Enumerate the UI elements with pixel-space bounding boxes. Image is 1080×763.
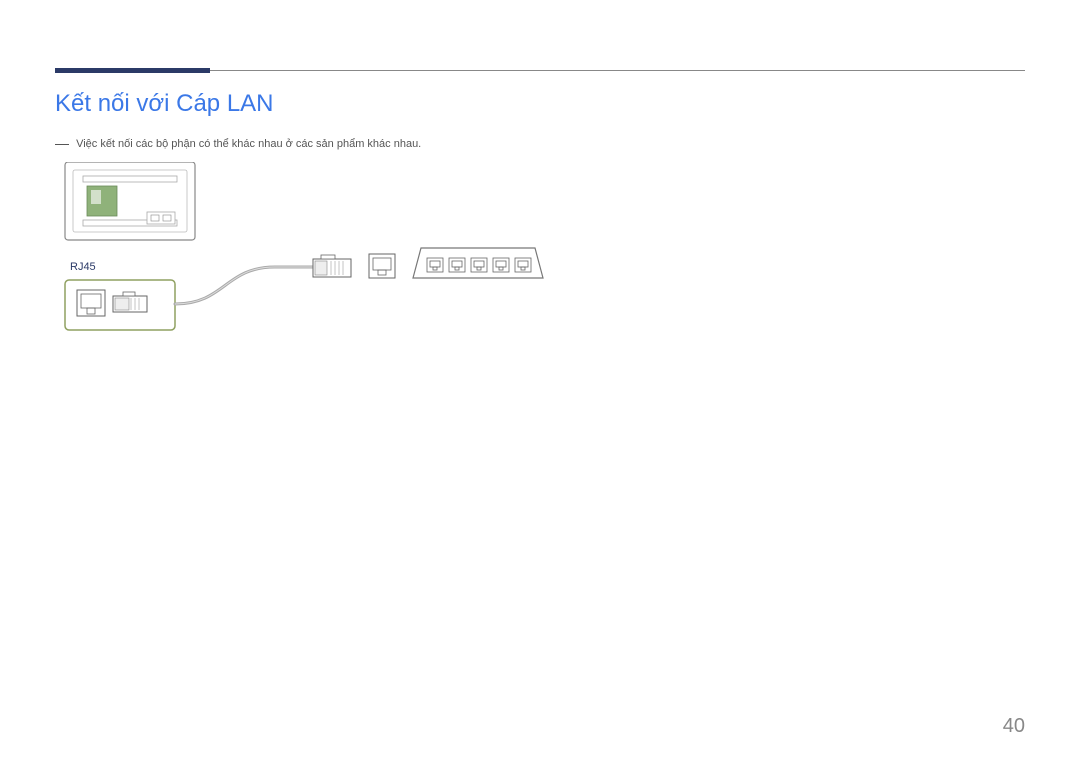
note-content: Việc kết nối các bộ phận có thể khác nha…: [76, 138, 421, 150]
note-text: Việc kết nối các bộ phận có thể khác nha…: [55, 138, 1025, 150]
display-device-icon: [65, 162, 195, 240]
lan-cable-icon: [175, 267, 313, 304]
rj45-socket-icon: [369, 254, 395, 278]
rj45-port-box-icon: [65, 280, 175, 330]
diagram-svg: RJ45: [55, 162, 655, 362]
page-root: Kết nối với Cáp LAN Việc kết nối các bộ …: [0, 0, 1080, 763]
cable-plug-icon: [313, 255, 351, 277]
connection-diagram: RJ45: [55, 162, 655, 362]
rj45-label: RJ45: [70, 261, 96, 273]
section-heading: Kết nối với Cáp LAN: [55, 90, 1025, 118]
dash-icon: [55, 144, 69, 145]
network-hub-icon: [413, 248, 543, 278]
page-number: 40: [1003, 715, 1025, 738]
top-divider-accent: [55, 68, 210, 73]
